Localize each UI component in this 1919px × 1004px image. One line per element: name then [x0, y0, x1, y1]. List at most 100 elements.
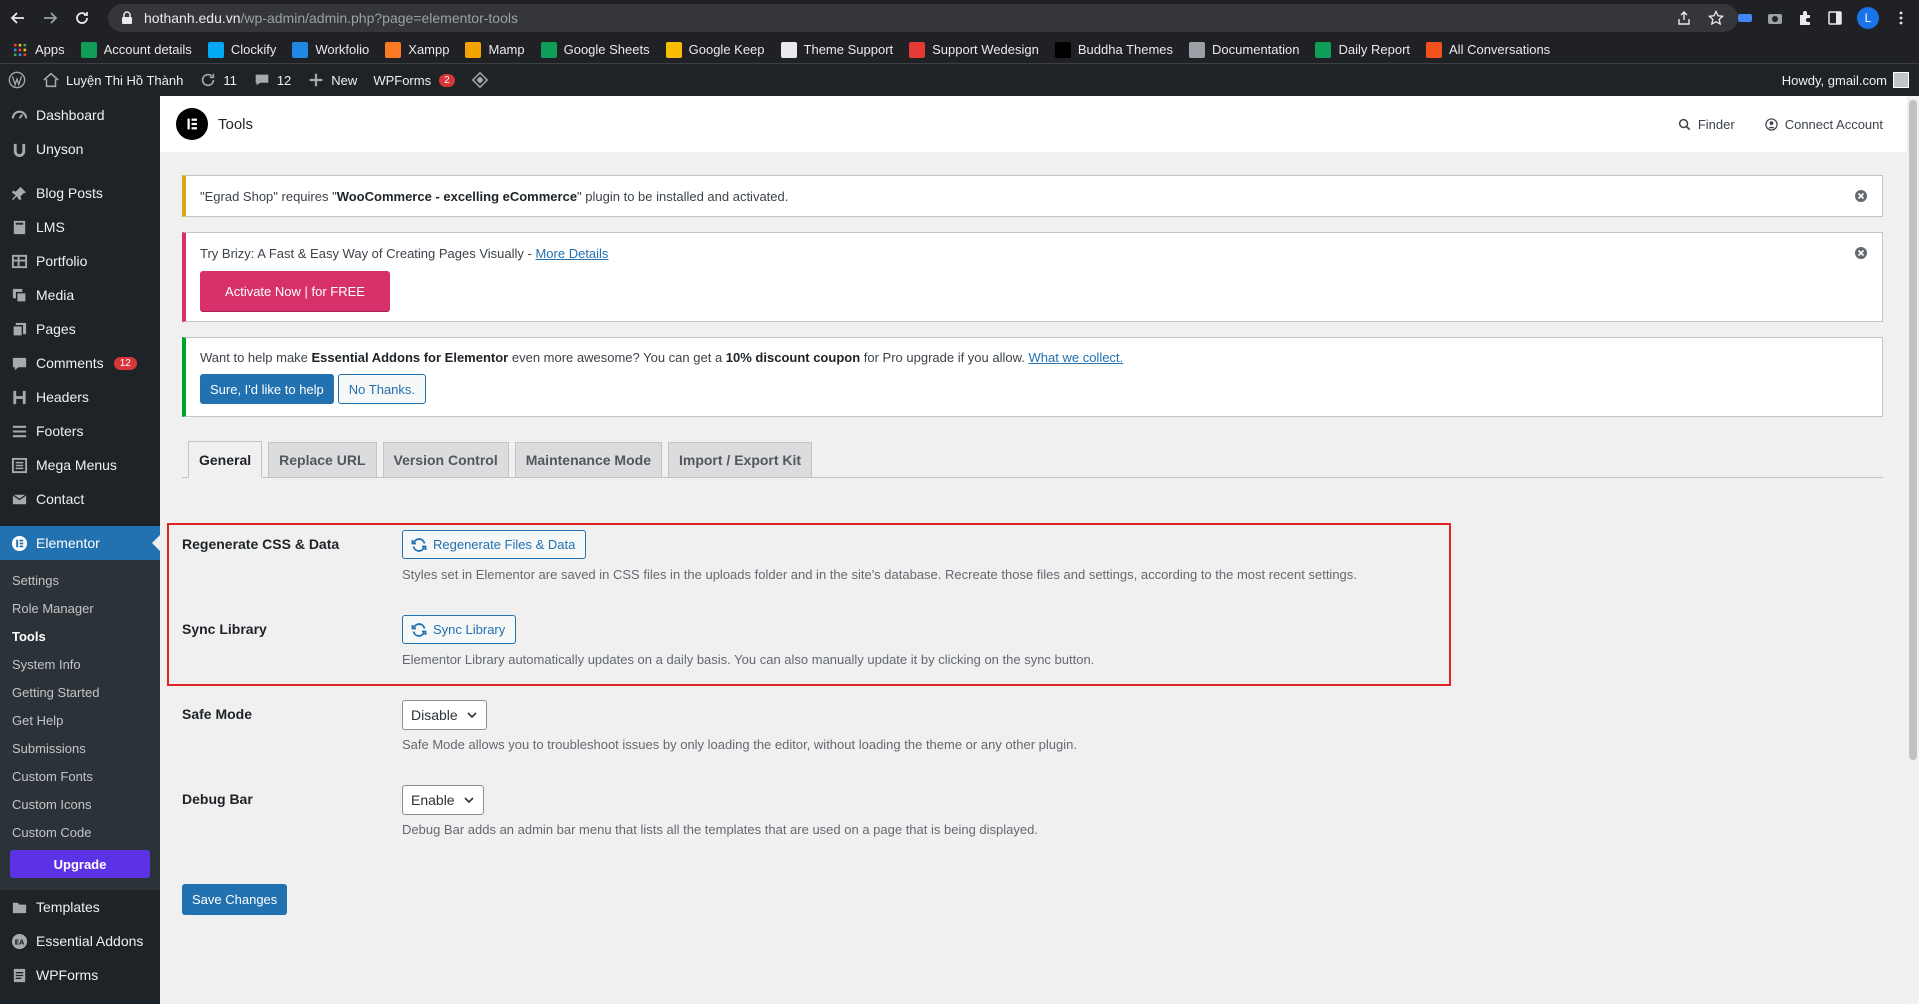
bookmark-item[interactable]: Mamp [465, 41, 525, 58]
extensions-puzzle-icon[interactable] [1797, 10, 1813, 26]
submenu-item-get-help[interactable]: Get Help [0, 706, 160, 734]
submenu-item-settings[interactable]: Settings [0, 566, 160, 594]
bookmark-item[interactable]: Clockify [207, 41, 276, 58]
camera-icon[interactable] [1767, 10, 1783, 26]
sidebar-item-media[interactable]: Media [0, 278, 160, 312]
bookmark-item[interactable]: Google Sheets [540, 41, 650, 58]
bookmark-item[interactable]: Apps [12, 42, 65, 58]
tab-general[interactable]: General [188, 441, 263, 478]
sidebar-item-mega-menus[interactable]: Mega Menus [0, 448, 160, 482]
sidebar-item-portfolio[interactable]: Portfolio [0, 244, 160, 278]
new-label: New [331, 72, 358, 88]
page-scrollbar[interactable] [1907, 96, 1919, 1004]
bookmark-item[interactable]: Daily Report [1315, 41, 1411, 58]
sheets-icon [1315, 41, 1332, 58]
allow-tracking-button[interactable]: Sure, I'd like to help [200, 374, 334, 404]
wpforms-menu[interactable]: WPForms 2 [365, 64, 462, 96]
sidebar-item-label: Footers [36, 423, 84, 439]
my-account-menu[interactable]: Howdy, gmail.com [1782, 64, 1909, 96]
sidebar-item-essential-addons[interactable]: EA Essential Addons [0, 924, 160, 958]
safe-mode-select[interactable]: Disable [402, 700, 487, 730]
forward-button[interactable] [36, 4, 64, 32]
profile-avatar[interactable]: L [1857, 7, 1879, 29]
dismiss-icon[interactable] [1854, 246, 1868, 260]
bookmark-star-icon[interactable] [1708, 10, 1724, 26]
sync-library-button[interactable]: Sync Library [402, 615, 517, 644]
bookmark-label: Daily Report [1338, 42, 1411, 57]
activate-brizy-button[interactable]: Activate Now | for FREE [200, 271, 390, 311]
side-panel-icon[interactable] [1827, 10, 1843, 26]
bookmark-item[interactable]: Google Keep [665, 41, 765, 58]
sidebar-item-contact[interactable]: Contact [0, 482, 160, 516]
reload-button[interactable] [68, 4, 96, 32]
submenu-item-custom-fonts[interactable]: Custom Fonts [0, 762, 160, 790]
no-thanks-button[interactable]: No Thanks. [337, 374, 427, 404]
bookmark-item[interactable]: Theme Support [780, 41, 893, 58]
bookmark-label: Google Keep [688, 42, 765, 57]
bookmark-item[interactable]: Buddha Themes [1054, 41, 1173, 58]
dashboard-icon [10, 106, 28, 124]
updates-count: 11 [223, 72, 237, 88]
submenu-item-getting-started[interactable]: Getting Started [0, 678, 160, 706]
scrollbar-thumb[interactable] [1909, 100, 1917, 760]
submenu-item-tools[interactable]: Tools [0, 622, 160, 650]
address-bar[interactable]: hothanh.edu.vn/wp-admin/admin.php?page=e… [108, 4, 1738, 32]
sidebar-item-dashboard[interactable]: Dashboard [0, 98, 160, 132]
diamond-menu[interactable] [463, 64, 497, 96]
sidebar-item-label: Headers [36, 389, 89, 405]
share-icon[interactable] [1676, 10, 1692, 26]
submenu-item-submissions[interactable]: Submissions [0, 734, 160, 762]
regenerate-button[interactable]: Regenerate Files & Data [402, 530, 587, 559]
extension-blue-icon[interactable] [1737, 10, 1753, 26]
sidebar-item-lms[interactable]: LMS [0, 210, 160, 244]
sidebar-item-templates[interactable]: Templates [0, 890, 160, 924]
ea-icon: EA [10, 932, 28, 950]
dismiss-icon[interactable] [1854, 189, 1868, 203]
sidebar-item-comments[interactable]: Comments 12 [0, 346, 160, 380]
back-button[interactable] [4, 4, 32, 32]
updates-menu[interactable]: 11 [191, 64, 245, 96]
tab-maintenance-mode[interactable]: Maintenance Mode [514, 442, 662, 477]
elementor-header: Tools Finder Connect Account [160, 96, 1919, 152]
debug-bar-select[interactable]: Enable [402, 785, 484, 815]
wordpress-icon [8, 71, 26, 89]
sidebar-item-label: Unyson [36, 141, 84, 157]
sidebar-item-elementor[interactable]: Elementor [0, 526, 160, 560]
tab-replace-url[interactable]: Replace URL [268, 442, 377, 477]
tab-import-export-kit[interactable]: Import / Export Kit [667, 442, 813, 477]
submenu-item-system-info[interactable]: System Info [0, 650, 160, 678]
mail-icon [10, 490, 28, 508]
site-name-menu[interactable]: Luyện Thi Hồ Thành [34, 64, 191, 96]
forward-arrow-icon [44, 12, 58, 24]
sidebar-item-headers[interactable]: Headers [0, 380, 160, 414]
tab-version-control[interactable]: Version Control [382, 442, 509, 477]
comments-menu[interactable]: 12 [245, 64, 299, 96]
bookmark-item[interactable]: Xampp [385, 41, 449, 58]
sidebar-item-wpforms[interactable]: WPForms [0, 958, 160, 992]
upgrade-button[interactable]: Upgrade [10, 850, 150, 878]
submenu-item-custom-code[interactable]: Custom Code [0, 818, 160, 846]
sidebar-item-label: Pages [36, 321, 76, 337]
what-we-collect-link[interactable]: What we collect. [1029, 350, 1124, 365]
bookmark-item[interactable]: Support Wedesign [909, 41, 1039, 58]
connect-account-button[interactable]: Connect Account [1765, 117, 1883, 132]
bookmark-item[interactable]: Account details [80, 41, 192, 58]
sidebar-item-footers[interactable]: Footers [0, 414, 160, 448]
submenu-item-custom-icons[interactable]: Custom Icons [0, 790, 160, 818]
bookmark-item[interactable]: Workfolio [292, 41, 369, 58]
media-icon [10, 286, 28, 304]
sidebar-item-unyson[interactable]: Unyson [0, 132, 160, 166]
new-content-menu[interactable]: New [299, 64, 365, 96]
save-changes-button[interactable]: Save Changes [182, 884, 288, 915]
bookmark-item[interactable]: All Conversations [1426, 41, 1550, 58]
more-details-link[interactable]: More Details [535, 246, 608, 261]
finder-button[interactable]: Finder [1678, 117, 1735, 132]
wp-logo-menu[interactable] [0, 64, 34, 96]
tools-tabs: General Replace URL Version Control Mainten… [182, 441, 1883, 478]
bookmark-item[interactable]: Documentation [1189, 41, 1299, 58]
sidebar-item-pages[interactable]: Pages [0, 312, 160, 346]
sidebar-item-blog-posts[interactable]: Blog Posts [0, 176, 160, 210]
kebab-menu-icon[interactable] [1893, 10, 1909, 26]
sync-library-label: Sync Library [182, 621, 267, 637]
submenu-item-role-manager[interactable]: Role Manager [0, 594, 160, 622]
